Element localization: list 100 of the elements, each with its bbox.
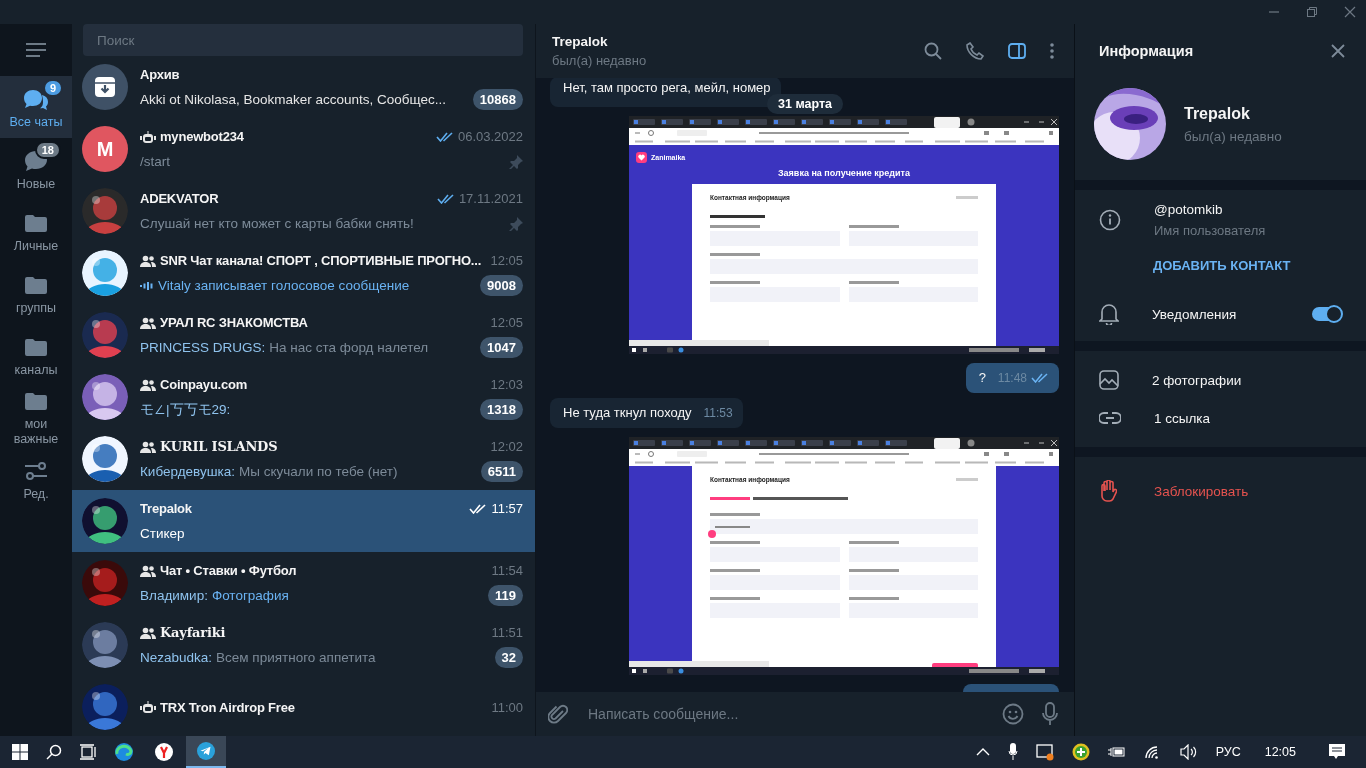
media-item[interactable]: 1 ссылка [1075, 399, 1366, 437]
smiley-icon[interactable] [1002, 703, 1024, 725]
folder-tab[interactable]: Ред. [0, 448, 72, 510]
windows-start-icon[interactable] [12, 744, 28, 760]
chat-item[interactable]: Kayfariki 11:51 Nezabudka: Всем приятного аппетита 32 [72, 614, 535, 676]
chat-time: 11:00 [491, 699, 523, 715]
display-icon[interactable] [1035, 743, 1054, 761]
chat-name: SNR Чат канала! СПОРТ , СПОРТИВНЫЕ ПРОГНО... [160, 253, 482, 268]
text-line [710, 253, 760, 256]
info-icon [1099, 209, 1121, 231]
text-line [710, 513, 760, 516]
browser-icon[interactable] [114, 742, 134, 762]
telegram-taskbar-button[interactable] [186, 736, 226, 768]
chat-name: Trepalok [140, 501, 192, 516]
search-field[interactable]: Поиск [83, 24, 523, 56]
notification-icon[interactable] [1328, 743, 1346, 761]
chat-name: Архив [140, 67, 180, 82]
page-heading: Заявка на получение кредита [777, 168, 911, 178]
chevron-up-icon[interactable] [975, 747, 990, 757]
search-icon[interactable] [46, 744, 62, 760]
unread-badge: 18 [34, 140, 61, 159]
group-icon [140, 564, 156, 577]
chat-item[interactable]: Coinpayu.com 12:03 モ∠|丂丂モ29: 1318 [72, 366, 535, 428]
slider-handle [708, 530, 716, 538]
chat-item[interactable]: TRX Tron Airdrop Free 11:00 [72, 676, 535, 736]
text-line [848, 569, 899, 572]
message-preview: Akki ot Nikolasa, Bookmaker accounts, Сообщес... [140, 92, 447, 107]
folder-tab[interactable]: группы [0, 262, 72, 324]
task-view-icon[interactable] [80, 744, 96, 760]
chat-time: 11:51 [491, 625, 523, 640]
paperclip-icon[interactable] [548, 703, 568, 725]
unread-count: 32 [494, 647, 523, 668]
image-icon [1099, 370, 1119, 390]
folder-tab[interactable]: каналы [0, 324, 72, 386]
media-item[interactable]: 2 фотографии [1075, 361, 1366, 399]
chat-time: 12:03 [490, 377, 523, 392]
chat-time: 12:02 [490, 439, 523, 454]
chat-time: 12:05 [490, 253, 523, 268]
message-preview: Слушай нет кто может с карты бабки снять! [140, 216, 414, 231]
chat-item[interactable]: SNR Чат канала! СПОРТ , СПОРТИВНЫЕ ПРОГНО... 12:05 Vitaly записывает голосовое сообщение 9008 [72, 242, 535, 304]
chat-time: 11:54 [491, 563, 523, 578]
sender-name: Кибердевушка: [140, 464, 235, 479]
message-composer[interactable]: Написать сообщение... [536, 692, 1074, 736]
sliders-icon [25, 460, 47, 481]
plus-circle-icon[interactable] [1071, 743, 1090, 761]
sender-name: モ∠|丂丂モ29: [140, 400, 231, 419]
folder-tab[interactable]: 9 Все чаты [0, 76, 72, 138]
unread-count: 9008 [480, 275, 523, 296]
archive-avatar [82, 64, 128, 110]
phone-icon[interactable] [966, 42, 984, 60]
folder-icon [25, 392, 47, 410]
menu-icon[interactable] [26, 42, 46, 58]
chat-item[interactable]: УРАЛ RC ЗНАКОМСТВА 12:05 PRINCESS DRUGS: На нас ста форд налетел 1047 [72, 304, 535, 366]
more-icon[interactable] [1050, 43, 1054, 59]
bot-icon [140, 701, 156, 713]
chat-time: 11:57 [491, 501, 523, 516]
chat-title: Trepalok [552, 34, 609, 49]
close-icon[interactable] [1344, 6, 1356, 18]
microphone-icon[interactable] [1007, 743, 1018, 761]
text-line [710, 569, 760, 572]
language-indicator[interactable]: РУС [1215, 745, 1241, 759]
chat-time: 17.11.2021 [458, 191, 523, 206]
text-line [848, 225, 899, 228]
chat-item[interactable]: ADEKVATOR 17.11.2021 Слушай нет кто может с карты бабки снять! [72, 180, 535, 242]
sender-name: PRINCESS DRUGS: [140, 340, 266, 355]
notifications-toggle[interactable] [1312, 307, 1342, 321]
chat-item[interactable]: M mynewbot234 06.03.2022 /start [72, 118, 535, 180]
message-time: 11:48 [997, 371, 1027, 385]
folder-tab[interactable]: Личные [0, 200, 72, 262]
chat-time: 12:05 [490, 315, 523, 330]
maximize-icon[interactable] [1306, 6, 1318, 18]
group-icon [140, 378, 156, 391]
chat-status: был(а) недавно [552, 53, 647, 68]
chat-name: ADEKVATOR [140, 191, 219, 206]
message-input[interactable]: Написать сообщение... [586, 705, 984, 723]
folder-tab[interactable]: мои важные [0, 386, 72, 448]
heart-logo-icon [636, 152, 647, 163]
speaker-icon[interactable] [1179, 744, 1198, 760]
chat-item[interactable]: Чат • Ставки • Футбол 11:54 Владимир: Фотография 119 [72, 552, 535, 614]
unread-badge: 9 [42, 78, 63, 97]
sidebar-icon[interactable] [1008, 43, 1026, 59]
chat-item[interactable]: KURIL ISLANDS 12:02 Кибердевушка: Мы скучали по тебе (нет) 6511 [72, 428, 535, 490]
folder-tab[interactable]: 18 Новые [0, 138, 72, 200]
chat-item[interactable]: Trepalok 11:57 Стикер [72, 490, 535, 552]
group-icon [140, 316, 156, 329]
text-line [848, 597, 899, 600]
block-item[interactable]: Заблокировать [1075, 469, 1366, 513]
message-preview: Vitaly записывает голосовое сообщение [158, 278, 410, 293]
bot-icon [140, 130, 156, 143]
message-text: Не туда ткнул походу [563, 405, 692, 420]
chat-item[interactable]: Архив Akki ot Nikolasa, Bookmaker accounts, Сообщес... 10868 [72, 56, 535, 118]
unread-count: 119 [488, 585, 523, 606]
close-icon[interactable] [1331, 44, 1345, 58]
group-icon [140, 440, 156, 453]
chat-name: KURIL ISLANDS [160, 439, 278, 454]
group-icon [140, 626, 156, 639]
taskbar-clock[interactable]: 12:05 [1264, 745, 1296, 759]
hand-icon [1099, 480, 1117, 502]
battery-icon[interactable] [1107, 745, 1126, 759]
add-contact-button[interactable]: ДОБАВИТЬ КОНТАКТ [1153, 252, 1291, 279]
